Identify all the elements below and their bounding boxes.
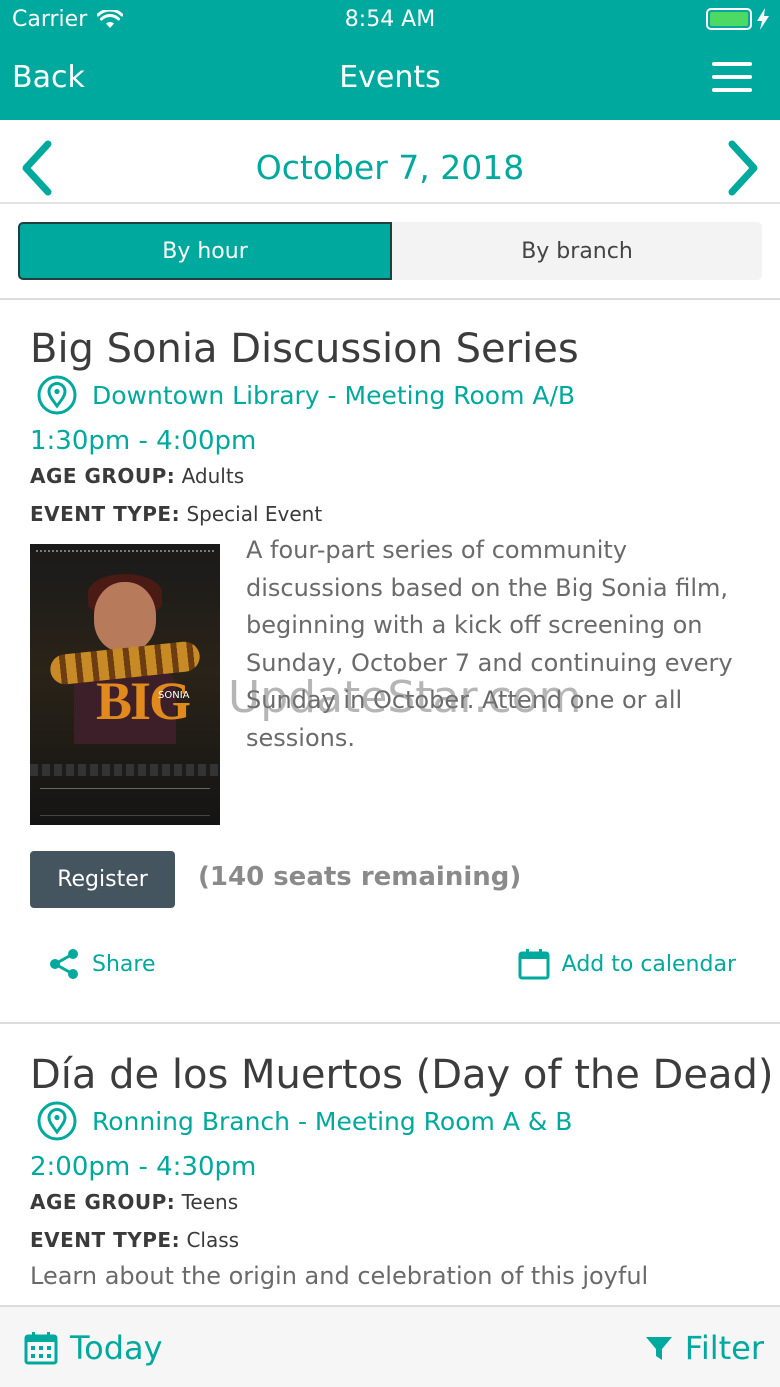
poster-figure — [94, 582, 156, 652]
charging-bolt-icon — [757, 8, 769, 30]
event-time: 1:30pm - 4:00pm — [30, 426, 257, 456]
filter-label: Filter — [684, 1329, 764, 1367]
battery-icon — [706, 8, 770, 30]
current-date: October 7, 2018 — [255, 148, 525, 187]
age-group-value: Adults — [181, 464, 245, 488]
event-type-value: Class — [186, 1228, 240, 1252]
event-type-value: Special Event — [186, 502, 323, 526]
age-group: AGE GROUP: Adults — [30, 464, 244, 488]
view-toggle: By hour By branch — [18, 222, 762, 280]
event-title[interactable]: Big Sonia Discussion Series — [30, 326, 579, 372]
today-label: Today — [70, 1329, 163, 1367]
battery-body — [706, 8, 752, 30]
event-card: Día de los Muertos (Day of the Dead) Ron… — [0, 1026, 780, 1306]
calendar-label: Add to calendar — [561, 951, 736, 977]
menu-line — [712, 75, 752, 79]
location-label: Ronning Branch - Meeting Room A & B — [92, 1106, 573, 1136]
poster-credits — [40, 788, 210, 816]
event-type: EVENT TYPE: Class — [30, 1228, 239, 1252]
event-title[interactable]: Día de los Muertos (Day of the Dead) — [30, 1052, 773, 1098]
share-button[interactable]: Share — [48, 948, 156, 980]
battery-fill — [710, 12, 748, 26]
hamburger-menu-icon[interactable] — [712, 62, 752, 96]
share-label: Share — [92, 951, 156, 977]
today-button[interactable]: Today — [24, 1329, 163, 1367]
filter-icon — [645, 1337, 672, 1360]
poster-laurels — [36, 550, 214, 562]
poster-subtitle: SONIA — [158, 690, 190, 701]
menu-line — [712, 88, 752, 92]
nav-bar: Back Events — [0, 40, 780, 120]
chevron-right-icon[interactable] — [720, 138, 764, 198]
register-button[interactable]: Register — [30, 851, 175, 908]
event-type: EVENT TYPE: Special Event — [30, 502, 322, 526]
share-icon — [50, 949, 78, 979]
poster-ground — [30, 764, 220, 776]
age-group: AGE GROUP: Teens — [30, 1190, 238, 1214]
event-description: Learn about the origin and celebration o… — [30, 1262, 649, 1290]
event-type-label: EVENT TYPE: — [30, 502, 181, 526]
seats-remaining: (140 seats remaining) — [198, 862, 522, 892]
event-location[interactable]: Downtown Library - Meeting Room A/B — [36, 374, 575, 416]
calendar-icon — [24, 1332, 58, 1365]
event-description: A four-part series of community discussi… — [246, 536, 733, 752]
status-bar: Carrier 8:54 AM — [0, 0, 780, 40]
event-card: Big Sonia Discussion Series Downtown Lib… — [0, 300, 780, 1024]
add-to-calendar-button[interactable]: Add to calendar — [518, 948, 736, 980]
location-pin-icon — [37, 1101, 77, 1141]
by-branch-tab[interactable]: By branch — [392, 222, 762, 280]
filter-button[interactable]: Filter — [645, 1329, 764, 1367]
event-location[interactable]: Ronning Branch - Meeting Room A & B — [36, 1100, 572, 1142]
event-time: 2:00pm - 4:30pm — [30, 1152, 257, 1182]
age-group-value: Teens — [181, 1190, 239, 1214]
location-pin-icon — [37, 375, 77, 415]
event-poster-image: BIG SONIA — [30, 544, 220, 825]
calendar-icon — [518, 949, 550, 980]
location-label: Downtown Library - Meeting Room A/B — [92, 380, 576, 410]
menu-line — [712, 62, 752, 66]
poster-title: BIG — [96, 671, 191, 731]
event-type-label: EVENT TYPE: — [30, 1228, 181, 1252]
bottom-toolbar: Today Filter — [0, 1305, 780, 1387]
date-navigator: October 7, 2018 — [0, 120, 780, 204]
status-time: 8:54 AM — [344, 7, 436, 32]
age-group-label: AGE GROUP: — [30, 1190, 176, 1214]
age-group-label: AGE GROUP: — [30, 464, 176, 488]
page-title: Events — [339, 60, 441, 95]
by-hour-tab[interactable]: By hour — [18, 222, 392, 280]
